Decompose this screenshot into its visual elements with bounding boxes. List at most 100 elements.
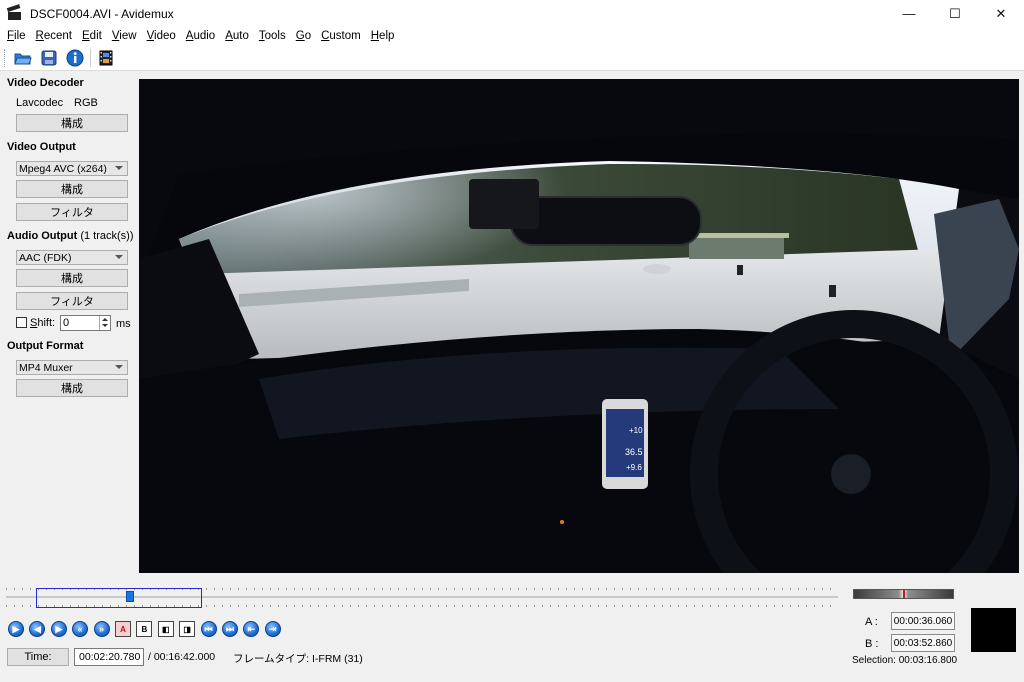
- volume-meter: [853, 589, 954, 599]
- next-black-frame-button[interactable]: ⏭: [221, 621, 238, 637]
- chevron-down-icon: [115, 166, 123, 170]
- marker-a-label: A :: [865, 616, 878, 628]
- phone-value-1: +10: [629, 426, 643, 435]
- spin-up-icon[interactable]: [102, 318, 108, 321]
- close-button[interactable]: ✕: [978, 0, 1024, 27]
- toolbar: [0, 45, 1024, 71]
- video-codec-select[interactable]: Mpeg4 AVC (x264): [16, 161, 128, 176]
- save-disk-icon[interactable]: [38, 47, 60, 69]
- previous-black-frame-button[interactable]: ⏮: [200, 621, 217, 637]
- audio-preview-box: [971, 608, 1016, 652]
- current-time-field[interactable]: 00:02:20.780: [74, 648, 144, 666]
- phone-value-2: 36.5: [625, 447, 643, 457]
- go-to-marker-a-icon: ◧: [161, 624, 170, 634]
- muxer-configure-button[interactable]: 構成: [16, 379, 128, 397]
- audio-filters-button[interactable]: フィルタ: [16, 292, 128, 310]
- clapperboard-icon: [6, 3, 22, 21]
- decoder-format-label: RGB: [74, 97, 98, 109]
- go-to-marker-a-button[interactable]: ◧: [157, 621, 174, 637]
- menu-recent[interactable]: Recent: [31, 30, 77, 42]
- audio-codec-select[interactable]: AAC (FDK): [16, 250, 128, 265]
- menu-edit[interactable]: Edit: [77, 30, 107, 42]
- video-filters-button[interactable]: フィルタ: [16, 203, 128, 221]
- window-title: DSCF0004.AVI - Avidemux: [30, 6, 174, 21]
- shift-checkbox[interactable]: [16, 317, 27, 328]
- previous-frame-icon: ◀: [33, 623, 41, 634]
- muxer-select[interactable]: MP4 Muxer: [16, 360, 128, 375]
- go-to-last-frame-button[interactable]: ⇥: [264, 621, 281, 637]
- set-marker-b-button[interactable]: B: [136, 621, 153, 637]
- video-frame-image: +10 36.5 +9.6: [139, 79, 1019, 573]
- navigation-toolbar: ▶ ◀ ▶ « » A B ◧ ◨ ⏮ ⏭ ⇤ ⇥: [8, 620, 286, 638]
- video-codec-value: Mpeg4 AVC (x264): [19, 162, 107, 175]
- video-preview: +10 36.5 +9.6: [139, 79, 1019, 573]
- audio-track-count: (1 track(s)): [80, 230, 134, 242]
- menu-custom[interactable]: Custom: [316, 30, 366, 42]
- time-button[interactable]: Time:: [7, 648, 69, 666]
- info-icon[interactable]: [64, 47, 86, 69]
- video-decoder-title: Video Decoder: [7, 77, 84, 89]
- marker-b-time: 00:03:52.860: [891, 634, 955, 652]
- frame-type-label: フレームタイプ: I-FRM (31): [233, 653, 363, 665]
- total-time-label: / 00:16:42.000: [148, 651, 216, 663]
- set-marker-a-icon: A: [120, 624, 126, 634]
- previous-keyframe-icon: «: [77, 624, 83, 634]
- play-button[interactable]: ▶: [8, 621, 24, 637]
- previous-keyframe-button[interactable]: «: [72, 621, 89, 637]
- output-format-title: Output Format: [7, 340, 84, 352]
- selection-duration: Selection: 00:03:16.800: [852, 655, 958, 666]
- go-to-last-frame-icon: ⇥: [268, 623, 277, 634]
- title-bar: DSCF0004.AVI - Avidemux — ☐ ✕: [0, 0, 1024, 27]
- next-frame-icon: ▶: [55, 623, 63, 634]
- menu-tools[interactable]: Tools: [254, 30, 291, 42]
- menu-auto[interactable]: Auto: [220, 30, 254, 42]
- menu-help[interactable]: Help: [366, 30, 400, 42]
- menu-file[interactable]: File: [2, 30, 31, 42]
- play-icon: ▶: [12, 623, 20, 634]
- go-to-first-frame-button[interactable]: ⇤: [243, 621, 260, 637]
- video-configure-button[interactable]: 構成: [16, 180, 128, 198]
- timeline-slider[interactable]: [6, 586, 838, 610]
- previous-black-frame-icon: ⏮: [204, 623, 213, 634]
- shift-unit-label: ms: [116, 318, 131, 330]
- maximize-button[interactable]: ☐: [932, 0, 978, 27]
- go-to-first-frame-icon: ⇤: [247, 623, 256, 634]
- marker-b-label: B :: [865, 638, 879, 650]
- next-black-frame-icon: ⏭: [225, 623, 234, 634]
- set-marker-a-button[interactable]: A: [114, 621, 131, 637]
- toolbar-grip: [4, 48, 6, 67]
- next-keyframe-button[interactable]: »: [93, 621, 110, 637]
- audio-output-title: Audio Output (1 track(s)): [7, 230, 134, 242]
- go-to-marker-b-button[interactable]: ◨: [179, 621, 196, 637]
- menu-video[interactable]: Video: [142, 30, 181, 42]
- slider-handle[interactable]: [125, 591, 134, 602]
- minimize-button[interactable]: —: [886, 0, 932, 27]
- open-folder-icon[interactable]: [12, 47, 34, 69]
- shift-label: Shift:: [30, 317, 56, 329]
- shift-spinbox[interactable]: 0: [60, 315, 111, 331]
- menu-go[interactable]: Go: [291, 30, 316, 42]
- phone-value-3: +9.6: [626, 463, 642, 472]
- spin-buttons[interactable]: [99, 316, 110, 330]
- decoder-configure-button[interactable]: 構成: [16, 114, 128, 132]
- spin-down-icon[interactable]: [102, 324, 108, 327]
- selection-range: [35, 588, 203, 608]
- decoder-codec-label: Lavcodec: [16, 97, 64, 109]
- menu-bar: File Recent Edit View Video Audio Auto T…: [0, 27, 1024, 45]
- shift-value: 0: [63, 317, 70, 329]
- film-properties-icon[interactable]: [95, 47, 117, 69]
- set-marker-b-icon: B: [141, 624, 148, 634]
- left-panel: Video Decoder Lavcodec RGB 構成 Video Outp…: [0, 72, 137, 577]
- previous-frame-button[interactable]: ◀: [29, 621, 46, 637]
- muxer-value: MP4 Muxer: [19, 361, 73, 374]
- audio-configure-button[interactable]: 構成: [16, 269, 128, 287]
- chevron-down-icon: [115, 255, 123, 259]
- menu-audio[interactable]: Audio: [181, 30, 220, 42]
- next-keyframe-icon: »: [99, 624, 105, 634]
- volume-marker: [903, 590, 905, 598]
- video-output-title: Video Output: [7, 141, 76, 153]
- menu-view[interactable]: View: [107, 30, 142, 42]
- go-to-marker-b-icon: ◨: [183, 624, 191, 634]
- toolbar-separator: [90, 48, 91, 67]
- next-frame-button[interactable]: ▶: [50, 621, 67, 637]
